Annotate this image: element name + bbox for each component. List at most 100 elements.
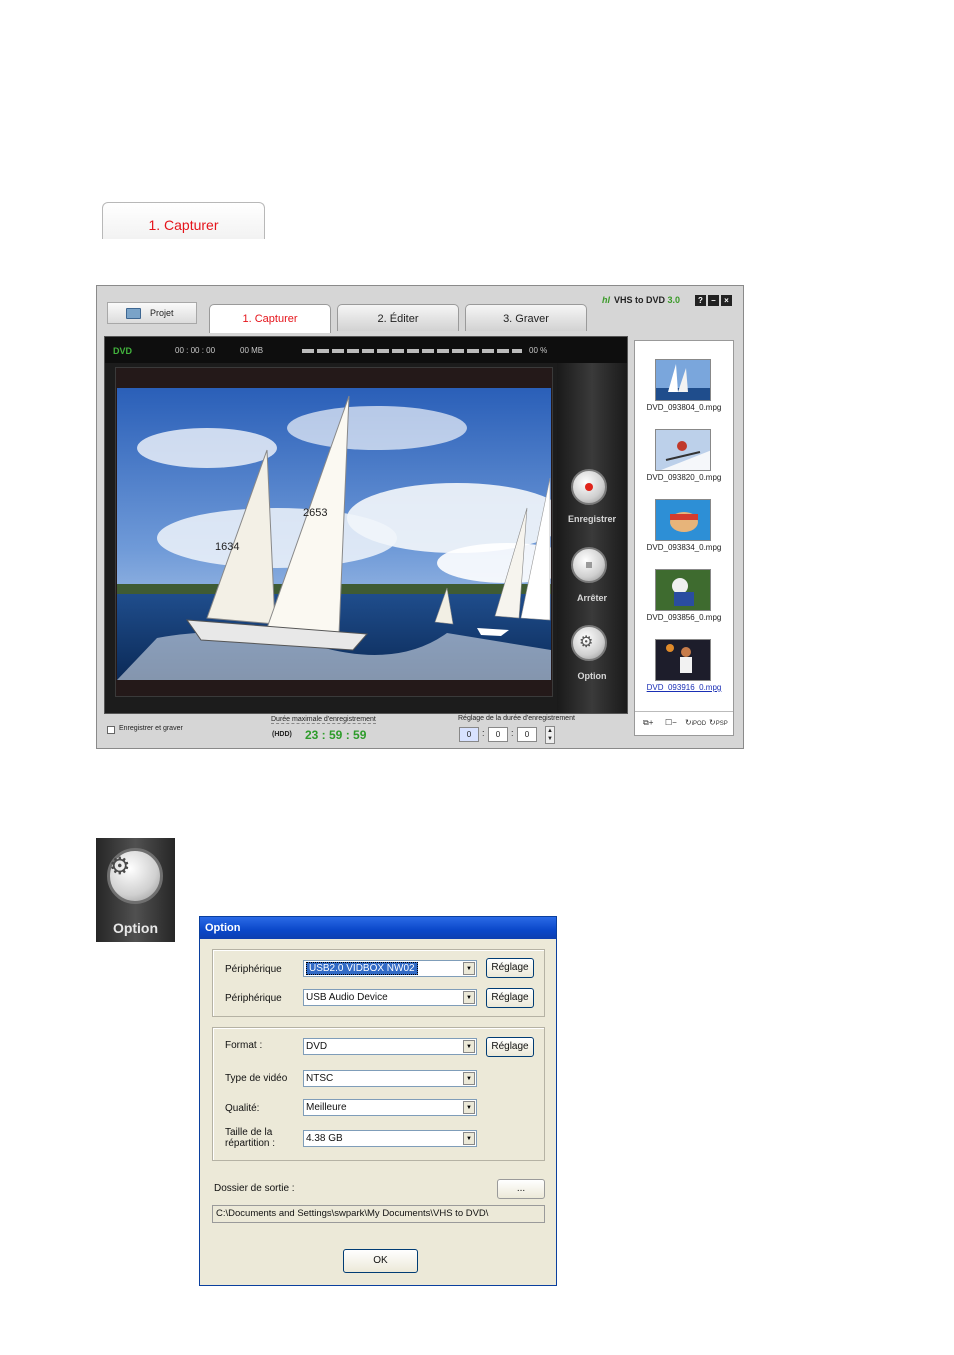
stop-icon [586, 562, 592, 568]
project-button[interactable]: Projet [107, 302, 197, 324]
ok-button[interactable]: OK [343, 1249, 418, 1273]
clip-thumbnail[interactable] [655, 429, 711, 471]
dropdown-arrow-icon[interactable]: ▼ [463, 1101, 475, 1114]
svg-text:2653: 2653 [303, 507, 327, 519]
sailboat-image: 1634 2653 [117, 388, 551, 680]
clip-filename[interactable]: DVD_093834_0.mpg [635, 543, 733, 552]
clip-thumbnail[interactable] [655, 359, 711, 401]
project-label: Projet [150, 308, 174, 318]
add-clip-icon[interactable]: ⧉+ [643, 718, 653, 728]
spinner-arrows[interactable]: ▲ ▼ [545, 726, 555, 744]
clip-filename[interactable]: DVD_093804_0.mpg [635, 403, 733, 412]
clip-filename[interactable]: DVD_093820_0.mpg [635, 473, 733, 482]
capture-panel: DVD 00 : 00 : 00 00 MB 00 % 1634 2653 En… [104, 336, 628, 714]
record-button[interactable] [571, 469, 607, 505]
close-button[interactable]: × [721, 295, 732, 306]
spin-separator: : [511, 728, 514, 738]
burn-label: Enregistrer et graver [119, 725, 183, 732]
clip-filename[interactable]: DVD_093856_0.mpg [635, 613, 733, 622]
stop-label: Arrêter [576, 593, 607, 603]
split-size-label-line2: répartition : [225, 1138, 276, 1149]
progress-bar [302, 349, 522, 353]
vhs-to-dvd-window: Projet 1. Capturer 2. Éditer 3. Graver h… [96, 285, 744, 749]
status-progress: 00 % [529, 346, 548, 355]
dropdown-arrow-icon[interactable]: ▼ [463, 1072, 475, 1085]
format-setting-button[interactable]: Réglage [486, 1037, 534, 1057]
audio-device-label: Périphérique [225, 993, 282, 1004]
control-sidebar: Enregistrer Arrêter ⚙ Option [557, 363, 627, 713]
video-device-label: Périphérique [225, 964, 282, 975]
capture-tab-snippet[interactable]: 1. Capturer [102, 202, 265, 239]
gear-icon: ⚙ [579, 634, 594, 651]
option-dialog: Option Périphérique USB2.0 VIDBOX NW02 ▼ … [199, 916, 557, 1286]
spin-separator: : [482, 728, 485, 738]
svg-text:1634: 1634 [215, 541, 239, 553]
dropdown-arrow-icon[interactable]: ▼ [463, 962, 475, 975]
stop-button[interactable] [571, 547, 607, 583]
tab-edit[interactable]: 2. Éditer [337, 304, 459, 331]
status-format: DVD [113, 346, 133, 356]
clip-filename-selected[interactable]: DVD_093916_0.mpg [635, 683, 733, 692]
quality-value: Meilleure [306, 1102, 347, 1113]
max-duration-value: 23 : 59 : 59 [305, 728, 367, 742]
folder-icon [126, 308, 141, 319]
convert-psp-button[interactable]: ↻PSP [709, 718, 728, 727]
status-time: 00 : 00 : 00 [175, 346, 216, 355]
minimize-button[interactable]: – [708, 295, 719, 306]
brand-logo: hl [602, 295, 610, 305]
brand-version: 3.0 [667, 295, 681, 305]
audio-device-select[interactable]: USB Audio Device ▼ [303, 989, 477, 1006]
max-duration-label: Durée maximale d'enregistrement [271, 716, 376, 724]
hours-spinner[interactable]: 0 [459, 727, 479, 742]
output-folder-label: Dossier de sortie : [214, 1183, 295, 1194]
video-type-label: Type de vidéo [225, 1073, 288, 1084]
dropdown-arrow-icon[interactable]: ▼ [463, 1132, 475, 1145]
video-preview: 1634 2653 [115, 367, 553, 697]
option-label: Option [577, 671, 607, 681]
app-brand: hl VHS to DVD 3.0 [602, 295, 680, 305]
dropdown-arrow-icon[interactable]: ▼ [463, 1040, 475, 1053]
option-icon-snippet[interactable]: ⚙ Option [96, 838, 175, 942]
tab-capture[interactable]: 1. Capturer [209, 304, 331, 333]
video-type-value: NTSC [306, 1073, 334, 1084]
video-type-select[interactable]: NTSC ▼ [303, 1070, 477, 1087]
audio-setting-button[interactable]: Réglage [486, 988, 534, 1008]
duration-setting-label: Réglage de la durée d'enregistrement [458, 715, 575, 722]
device-group: Périphérique USB2.0 VIDBOX NW02 ▼ Réglage… [212, 949, 545, 1017]
tab-burn[interactable]: 3. Graver [465, 304, 587, 331]
dialog-title: Option [200, 917, 556, 939]
format-value: DVD [306, 1041, 328, 1052]
help-button[interactable]: ? [695, 295, 706, 306]
format-group: Format : DVD ▼ Réglage Type de vidéo NTSC… [212, 1027, 545, 1161]
hdd-label: (HDD) [272, 731, 292, 738]
video-device-value: USB2.0 VIDBOX NW02 [306, 962, 418, 975]
clip-thumbnail[interactable] [655, 499, 711, 541]
quality-label: Qualité: [225, 1103, 260, 1114]
split-size-value: 4.38 GB [306, 1133, 343, 1144]
output-path-field[interactable]: C:\Documents and Settings\swpark\My Docu… [212, 1205, 545, 1223]
dropdown-arrow-icon[interactable]: ▼ [463, 991, 475, 1004]
status-bar: DVD 00 : 00 : 00 00 MB 00 % [105, 337, 627, 363]
audio-device-value: USB Audio Device [306, 992, 388, 1003]
clip-thumbnail[interactable] [655, 639, 711, 681]
clip-thumbnail[interactable] [655, 569, 711, 611]
video-setting-button[interactable]: Réglage [486, 958, 534, 978]
minutes-spinner[interactable]: 0 [488, 727, 508, 742]
split-size-label: Taille de la répartition : [225, 1127, 275, 1149]
status-size: 00 MB [240, 346, 264, 355]
clip-tools: ⧉+ ☐− ↻iPOD ↻PSP [635, 711, 733, 735]
format-label: Format : [225, 1040, 263, 1051]
remove-clip-icon[interactable]: ☐− [665, 718, 677, 727]
burn-checkbox[interactable] [107, 726, 115, 734]
browse-button[interactable]: ... [497, 1179, 545, 1199]
format-select[interactable]: DVD ▼ [303, 1038, 477, 1055]
seconds-spinner[interactable]: 0 [517, 727, 537, 742]
convert-ipod-button[interactable]: ↻iPOD [685, 718, 706, 727]
split-size-label-line1: Taille de la [225, 1127, 273, 1138]
clip-list: DVD_093804_0.mpg DVD_093820_0.mpg DVD_09… [634, 340, 734, 736]
split-size-select[interactable]: 4.38 GB ▼ [303, 1130, 477, 1147]
option-button[interactable]: ⚙ [571, 625, 607, 661]
quality-select[interactable]: Meilleure ▼ [303, 1099, 477, 1116]
video-device-select[interactable]: USB2.0 VIDBOX NW02 ▼ [303, 960, 477, 977]
brand-name: VHS to DVD [614, 295, 666, 305]
